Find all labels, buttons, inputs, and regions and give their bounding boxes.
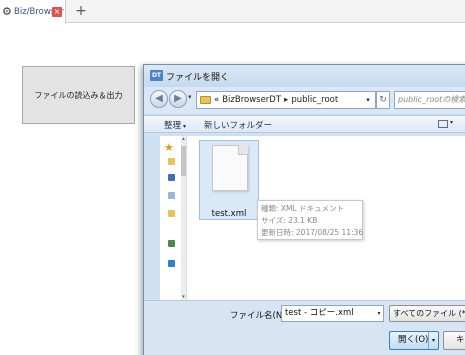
tooltip-type: 種類: XML ドキュメント xyxy=(261,204,345,213)
favorites-star-icon[interactable]: ★ xyxy=(164,142,174,153)
breadcrumb-separator-icon[interactable]: ▸ xyxy=(284,95,288,105)
document-icon xyxy=(212,145,248,191)
file-name: test.xml xyxy=(211,209,247,219)
nav-folder-icon[interactable] xyxy=(168,158,175,165)
file-list-pane: test.xml 種類: XML ドキュメント サイズ: 23.1 KB 更新日… xyxy=(187,136,465,300)
scroll-up-icon[interactable]: ▴ xyxy=(181,136,186,142)
file-read-output-button[interactable]: ファイルの読込み＆出力 xyxy=(22,66,135,124)
tooltip-modified: 更新日時: 2017/08/25 11:36 xyxy=(261,228,364,237)
scrollbar-thumb[interactable] xyxy=(181,146,186,176)
filename-label: ファイル名(N): xyxy=(230,311,289,321)
address-dropdown-icon[interactable]: ▾ xyxy=(362,91,374,109)
open-file-dialog: DT ファイルを開く ◀ ▶ ▾ « BizBrowserDT ▸ public… xyxy=(143,64,465,355)
nav-desktop-icon[interactable] xyxy=(168,174,175,181)
nav-documents-icon[interactable] xyxy=(168,210,175,217)
tab-bar: ⚙ Biz/Browser × + xyxy=(0,0,465,24)
nav-network-icon[interactable] xyxy=(168,260,175,267)
organize-menu[interactable]: 整理 ▾ xyxy=(164,119,186,131)
refresh-icon[interactable]: ↻ xyxy=(376,91,390,109)
navpane-scrollbar[interactable]: ▴ ▾ xyxy=(181,136,186,300)
open-dropdown-icon[interactable]: ▾ xyxy=(428,332,438,349)
forward-arrow-icon[interactable]: ▶ xyxy=(169,90,187,108)
view-options-icon[interactable] xyxy=(438,120,448,128)
file-type-select[interactable]: すべてのファイル (* xyxy=(389,305,465,322)
cancel-button[interactable]: キャンセル xyxy=(443,331,465,350)
dialog-title: ファイルを開く xyxy=(166,73,230,83)
filename-input[interactable]: test - コピー.xml xyxy=(281,305,384,322)
filename-dropdown-icon[interactable]: ▾ xyxy=(374,305,384,322)
open-button[interactable]: 開く(O) ▾ xyxy=(389,331,439,350)
view-dropdown-icon[interactable]: ▾ xyxy=(450,119,453,126)
back-arrow-icon[interactable]: ◀ xyxy=(150,90,168,108)
dialog-titlebar[interactable]: DT ファイルを開く xyxy=(144,65,465,87)
organize-label: 整理 xyxy=(164,121,182,131)
breadcrumb-public-root[interactable]: public_root xyxy=(291,95,338,105)
tooltip-size: サイズ: 23.1 KB xyxy=(261,216,318,225)
chevron-down-icon: ▾ xyxy=(183,123,187,130)
navigation-pane: ★ ▴ ▾ xyxy=(160,136,186,300)
close-icon[interactable]: × xyxy=(52,7,62,17)
nav-computer-icon[interactable] xyxy=(168,240,175,247)
folder-icon xyxy=(200,96,211,104)
gear-icon: ⚙ xyxy=(2,5,12,18)
open-button-label: 開く(O) xyxy=(398,335,429,345)
address-prefix: « xyxy=(214,95,220,105)
command-bar: 整理 ▾ 新しいフォルダー ▾ xyxy=(144,115,465,133)
file-item[interactable]: test.xml xyxy=(199,140,259,220)
history-dropdown-icon[interactable]: ▾ xyxy=(188,93,192,101)
new-folder-button[interactable]: 新しいフォルダー xyxy=(204,119,272,131)
address-bar[interactable]: « BizBrowserDT ▸ public_root xyxy=(196,91,376,109)
address-row: ◀ ▶ ▾ « BizBrowserDT ▸ public_root ▾ ↻ p… xyxy=(144,87,465,113)
breadcrumb-bizbrowserdt[interactable]: BizBrowserDT xyxy=(222,95,281,105)
new-tab-button[interactable]: + xyxy=(74,4,88,18)
search-input[interactable]: public_rootの検索 xyxy=(394,91,465,109)
dialog-footer: ファイル名(N): test - コピー.xml ▾ すべてのファイル (* 開… xyxy=(144,300,465,355)
tab-biz-browser[interactable]: ⚙ Biz/Browser × xyxy=(0,0,66,24)
nav-library-icon[interactable] xyxy=(168,192,175,199)
dt-app-icon: DT xyxy=(150,70,163,81)
file-info-tooltip: 種類: XML ドキュメント サイズ: 23.1 KB 更新日時: 2017/0… xyxy=(257,200,363,240)
